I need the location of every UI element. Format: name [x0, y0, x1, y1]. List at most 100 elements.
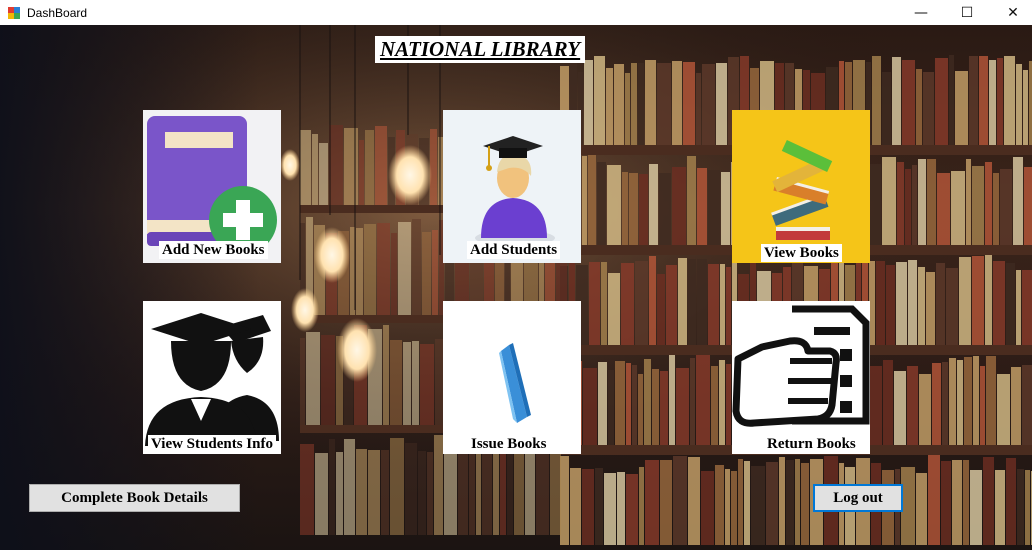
book-spine	[744, 461, 750, 545]
book-spine	[336, 452, 343, 535]
app-icon	[8, 6, 20, 19]
book-spine	[649, 164, 658, 245]
book-spine	[892, 57, 901, 145]
book-spine	[469, 451, 475, 535]
library-background-image	[0, 25, 1032, 550]
book-spine	[582, 156, 587, 245]
book-spine	[949, 55, 954, 145]
book-spine	[726, 267, 731, 345]
book-spine	[356, 449, 367, 535]
book-spine	[720, 264, 725, 345]
book-spine	[902, 60, 915, 145]
book-spine	[476, 441, 481, 535]
book-spine	[598, 362, 607, 445]
book-spine	[300, 338, 305, 425]
book-spine	[507, 452, 513, 535]
book-spine	[725, 469, 730, 545]
book-spine	[300, 444, 314, 535]
book-spine	[916, 473, 927, 545]
book-spine	[626, 363, 631, 445]
book-spine	[697, 168, 707, 245]
book-spine	[359, 140, 364, 205]
book-spine	[635, 261, 648, 345]
book-spine	[985, 162, 992, 245]
book-spine	[882, 157, 896, 245]
hand-return-document-icon	[732, 305, 870, 427]
book-spine	[595, 468, 603, 545]
book-spine	[607, 165, 621, 245]
book-spine	[420, 344, 434, 425]
book-spine	[951, 171, 965, 245]
book-spine	[876, 261, 885, 345]
book-spine	[912, 165, 917, 245]
book-spine	[916, 69, 922, 145]
book-spine	[315, 453, 328, 535]
minimize-button[interactable]: —	[898, 0, 944, 25]
book-spine	[935, 58, 948, 145]
book-spine	[766, 462, 778, 545]
book-spine	[398, 222, 411, 315]
book-spine	[418, 451, 426, 535]
book-spine	[997, 58, 1003, 145]
book-spine	[738, 459, 743, 545]
book-spine	[638, 63, 644, 145]
book-spine	[985, 255, 992, 345]
book-spine	[993, 261, 1005, 345]
book-spine	[412, 219, 421, 315]
book-spine	[676, 368, 689, 445]
book-spine	[405, 443, 417, 535]
add-students-tile[interactable]: Add Students	[443, 110, 581, 263]
book-spine	[601, 262, 607, 345]
book-spine	[660, 371, 668, 445]
book-spine	[390, 340, 402, 425]
book-spine	[1011, 367, 1021, 445]
book-spine	[368, 450, 380, 535]
book-spine	[993, 173, 999, 245]
book-spine	[321, 335, 335, 425]
book-spine	[907, 366, 918, 445]
book-spine	[412, 341, 419, 425]
book-spine	[672, 167, 686, 245]
book-spine	[966, 159, 971, 245]
book-spine	[621, 263, 634, 345]
book-spine	[901, 467, 915, 545]
book-spine	[1025, 470, 1030, 545]
book-spine	[631, 63, 637, 145]
maximize-button[interactable]: ☐	[944, 0, 990, 25]
book-spine	[356, 228, 363, 315]
close-button[interactable]: ✕	[990, 0, 1032, 25]
add-new-books-tile[interactable]: Add New Books	[143, 110, 281, 263]
book-spine	[536, 454, 549, 535]
book-spine	[795, 459, 800, 545]
complete-book-details-button[interactable]: Complete Book Details	[29, 484, 240, 512]
book-spine	[726, 364, 731, 445]
book-spine	[969, 56, 978, 145]
book-spine	[639, 467, 644, 545]
dashboard-client-area: NATIONAL LIBRARY Add New Books Add Stude…	[0, 25, 1032, 550]
issue-books-tile[interactable]: Issue Books	[443, 301, 581, 454]
book-spine	[918, 159, 926, 245]
return-books-tile[interactable]: Return Books	[732, 301, 870, 454]
view-books-tile[interactable]: View Books	[732, 110, 870, 263]
book-spine	[997, 374, 1010, 445]
view-students-info-tile[interactable]: View Students Info	[143, 301, 281, 454]
book-spine	[688, 259, 696, 345]
book-spine	[942, 362, 948, 445]
book-spine	[422, 232, 431, 315]
book-spine	[688, 457, 700, 545]
book-spine	[970, 470, 982, 545]
book-spine	[344, 128, 358, 205]
book-spine	[427, 452, 433, 535]
book-spine	[690, 358, 695, 445]
book-spine	[1016, 64, 1022, 145]
logout-button[interactable]: Log out	[813, 484, 903, 512]
book-spine	[350, 227, 355, 315]
book-spine	[1022, 365, 1032, 445]
book-spine	[657, 63, 671, 145]
book-spine	[972, 166, 984, 245]
book-spine	[638, 374, 643, 445]
book-spine	[1022, 270, 1032, 345]
book-spine	[870, 366, 882, 445]
book-spine	[673, 456, 687, 545]
book-spine	[923, 72, 934, 145]
